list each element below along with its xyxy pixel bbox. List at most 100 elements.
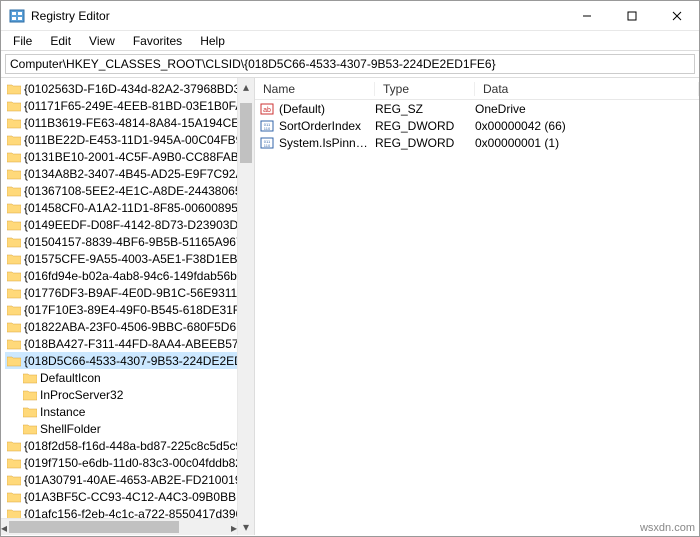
tree-item-label: {016fd94e-b02a-4ab8-94c6-149fdab56b8d}: [24, 269, 254, 283]
folder-icon: [7, 457, 21, 469]
menu-favorites[interactable]: Favorites: [125, 32, 190, 50]
folder-icon: [7, 219, 21, 231]
folder-icon: [7, 338, 21, 350]
folder-icon: [7, 83, 21, 95]
cell-data: 0x00000042 (66): [475, 119, 699, 133]
tree-item-label: DefaultIcon: [40, 371, 101, 385]
tree-item-label: {0131BE10-2001-4C5F-A9B0-CC88FAB64CE8}: [24, 150, 254, 164]
menu-file[interactable]: File: [5, 32, 40, 50]
folder-icon: [7, 202, 21, 214]
tree-item-label: {01367108-5EE2-4E1C-A8DE-24438065ABC9}: [24, 184, 254, 198]
list-header: Name Type Data: [255, 78, 699, 100]
watermark: wsxdn.com: [640, 522, 695, 534]
window-title: Registry Editor: [31, 9, 110, 23]
tree-item[interactable]: InProcServer32: [21, 386, 254, 403]
tree-item-label: {01A30791-40AE-4653-AB2E-FD210019AE88}: [24, 473, 254, 487]
close-button[interactable]: [654, 1, 699, 30]
tree-item-label: {01A3BF5C-CC93-4C12-A4C3-09B0BBE7F63F}: [24, 490, 254, 504]
tree-item[interactable]: {01A3BF5C-CC93-4C12-A4C3-09B0BBE7F63F}: [5, 488, 254, 505]
folder-icon: [7, 185, 21, 197]
tree-item[interactable]: {018BA427-F311-44FD-8AA4-ABEEB57739D9}: [5, 335, 254, 352]
tree-item-label: ShellFolder: [40, 422, 101, 436]
list-row[interactable]: 011110SortOrderIndexREG_DWORD0x00000042 …: [255, 117, 699, 134]
scroll-up-button[interactable]: ▴: [238, 78, 254, 95]
minimize-button[interactable]: [564, 1, 609, 30]
tree-item[interactable]: {018D5C66-4533-4307-9B53-224DE2ED1FE6}: [5, 352, 254, 369]
folder-icon: [23, 423, 37, 435]
scroll-track[interactable]: [238, 95, 254, 518]
tree-item[interactable]: {0134A8B2-3407-4B45-AD25-E9F7C92A80BC}: [5, 165, 254, 182]
tree-item[interactable]: {017F10E3-89E4-49F0-B545-618DE31FD27C}: [5, 301, 254, 318]
menu-edit[interactable]: Edit: [42, 32, 79, 50]
tree-item-label: {0149EEDF-D08F-4142-8D73-D23903D21E90}: [24, 218, 254, 232]
hscroll-track[interactable]: [7, 519, 231, 535]
maximize-button[interactable]: [609, 1, 654, 30]
tree-item[interactable]: {011BE22D-E453-11D1-945A-00C04FB984F9}: [5, 131, 254, 148]
tree-item[interactable]: {01575CFE-9A55-4003-A5E1-F38D1EBDCBE1}: [5, 250, 254, 267]
dword-value-icon: 011110: [259, 136, 275, 150]
tree-item-label: {01458CF0-A1A2-11D1-8F85-00600895E7D5}: [24, 201, 254, 215]
svg-text:ab: ab: [263, 107, 271, 114]
tree-item-label: {01822ABA-23F0-4506-9BBC-680F5D6D606C}: [24, 320, 254, 334]
tree-item[interactable]: {01504157-8839-4BF6-9B5B-51165A967B2B}: [5, 233, 254, 250]
tree-item[interactable]: {01171F65-249E-4EEB-81BD-03E1B0FA1873}: [5, 97, 254, 114]
cell-type: REG_SZ: [375, 102, 475, 116]
list-pane: Name Type Data ab (Default)REG_SZOneDrive…: [255, 78, 699, 535]
folder-icon: [7, 321, 21, 333]
cell-type: REG_DWORD: [375, 119, 475, 133]
folder-icon: [7, 100, 21, 112]
tree-item[interactable]: {0149EEDF-D08F-4142-8D73-D23903D21E90}: [5, 216, 254, 233]
folder-icon: [23, 389, 37, 401]
column-header-type[interactable]: Type: [375, 82, 475, 96]
folder-icon: [7, 355, 21, 367]
tree-item-label: {0134A8B2-3407-4B45-AD25-E9F7C92A80BC}: [24, 167, 254, 181]
tree-item[interactable]: {019f7150-e6db-11d0-83c3-00c04fddb82e}: [5, 454, 254, 471]
tree-item-label: {011B3619-FE63-4814-8A84-15A194CE9CE3}: [24, 116, 254, 130]
tree-item-label: {018BA427-F311-44FD-8AA4-ABEEB57739D9}: [24, 337, 254, 351]
svg-text:110: 110: [264, 143, 271, 148]
column-header-name[interactable]: Name: [255, 82, 375, 96]
tree-item[interactable]: {01776DF3-B9AF-4E0D-9B1C-56E93116D704}: [5, 284, 254, 301]
tree-item[interactable]: DefaultIcon: [21, 369, 254, 386]
scroll-right-button[interactable]: ▸: [231, 519, 237, 535]
list-row[interactable]: 011110System.IsPinned...REG_DWORD0x00000…: [255, 134, 699, 151]
tree-item[interactable]: {01822ABA-23F0-4506-9BBC-680F5D6D606C}: [5, 318, 254, 335]
tree-item-label: {0102563D-F16D-434d-82A2-37968BD3E31E}: [24, 82, 254, 96]
tree-horizontal-scrollbar[interactable]: ◂ ▸: [1, 518, 237, 535]
tree-item[interactable]: {0102563D-F16D-434d-82A2-37968BD3E31E}: [5, 80, 254, 97]
tree-item[interactable]: {01A30791-40AE-4653-AB2E-FD210019AE88}: [5, 471, 254, 488]
tree-item-label: {01776DF3-B9AF-4E0D-9B1C-56E93116D704}: [24, 286, 254, 300]
tree-item-label: {011BE22D-E453-11D1-945A-00C04FB984F9}: [24, 133, 254, 147]
cell-name: (Default): [279, 102, 375, 116]
tree-item[interactable]: {01458CF0-A1A2-11D1-8F85-00600895E7D5}: [5, 199, 254, 216]
tree-item[interactable]: {0131BE10-2001-4C5F-A9B0-CC88FAB64CE8}: [5, 148, 254, 165]
menu-help[interactable]: Help: [192, 32, 233, 50]
tree-vertical-scrollbar[interactable]: ▴ ▾: [237, 78, 254, 535]
folder-icon: [23, 372, 37, 384]
cell-data: OneDrive: [475, 102, 699, 116]
dword-value-icon: 011110: [259, 119, 275, 133]
tree-item[interactable]: {016fd94e-b02a-4ab8-94c6-149fdab56b8d}: [5, 267, 254, 284]
folder-icon: [7, 270, 21, 282]
folder-icon: [7, 253, 21, 265]
tree-item-label: {017F10E3-89E4-49F0-B545-618DE31FD27C}: [24, 303, 254, 317]
scroll-thumb[interactable]: [240, 103, 252, 163]
tree-item[interactable]: Instance: [21, 403, 254, 420]
folder-icon: [23, 406, 37, 418]
cell-name: System.IsPinned...: [279, 136, 375, 150]
tree-pane: {0102563D-F16D-434d-82A2-37968BD3E31E}{0…: [1, 78, 255, 535]
tree-item[interactable]: {01367108-5EE2-4E1C-A8DE-24438065ABC9}: [5, 182, 254, 199]
cell-type: REG_DWORD: [375, 136, 475, 150]
folder-icon: [7, 440, 21, 452]
menu-view[interactable]: View: [81, 32, 123, 50]
folder-icon: [7, 287, 21, 299]
address-input[interactable]: [5, 54, 695, 74]
tree-item[interactable]: {011B3619-FE63-4814-8A84-15A194CE9CE3}: [5, 114, 254, 131]
list-row[interactable]: ab (Default)REG_SZOneDrive: [255, 100, 699, 117]
folder-icon: [7, 474, 21, 486]
tree-item[interactable]: {018f2d58-f16d-448a-bd87-225c8c5d5c94}: [5, 437, 254, 454]
tree-item[interactable]: ShellFolder: [21, 420, 254, 437]
hscroll-thumb[interactable]: [9, 521, 179, 533]
column-header-data[interactable]: Data: [475, 82, 699, 96]
scroll-down-button[interactable]: ▾: [238, 518, 254, 535]
